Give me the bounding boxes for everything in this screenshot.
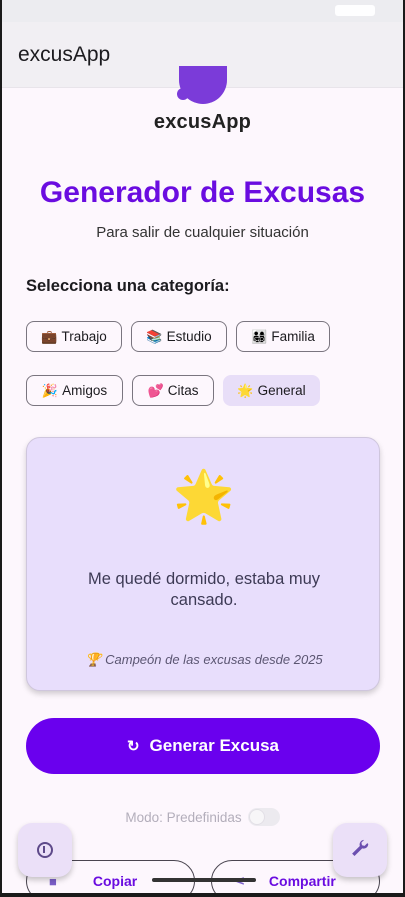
- status-icons: [335, 5, 375, 16]
- app-screen: excusApp excusApp Generador de Excusas P…: [2, 0, 403, 893]
- wrench-icon: [352, 839, 369, 857]
- info-fab[interactable]: [18, 823, 72, 877]
- category-heading: Selecciona una categoría:: [26, 277, 230, 295]
- excuse-card: 🌟 Me quedé dormido, estaba muy cansado. …: [26, 437, 380, 691]
- toggle-knob: [248, 809, 265, 825]
- two-hearts-icon: 💕: [147, 382, 164, 398]
- page-subtitle: Para salir de cualquier situación: [96, 224, 309, 241]
- family-icon: 👨‍👩‍👧‍👦: [251, 328, 268, 344]
- category-chip-familia[interactable]: 👨‍👩‍👧‍👦 Familia: [236, 321, 330, 352]
- chip-label: Familia: [271, 329, 315, 344]
- party-popper-icon: 🎉: [41, 382, 59, 398]
- copy-label: Copiar: [92, 873, 138, 889]
- excuse-footer: 🏆 Campeón de las excusas desde 2025: [85, 652, 323, 667]
- mode-toggle[interactable]: [247, 808, 280, 826]
- tools-fab[interactable]: [333, 823, 387, 877]
- share-label: Compartir: [268, 873, 336, 889]
- books-icon: 📚: [146, 328, 163, 344]
- logo-text: excusApp: [153, 111, 252, 133]
- excuse-text: Me quedé dormido, estaba muy cansado.: [87, 570, 321, 609]
- generate-button-label: Generar Excusa: [149, 736, 280, 755]
- app-bar-title: excusApp: [18, 43, 111, 66]
- status-bar: [2, 0, 403, 22]
- generate-excuse-button[interactable]: ↻ Generar Excusa: [26, 718, 380, 774]
- star-icon: 🌟: [172, 468, 236, 524]
- category-chip-trabajo[interactable]: 💼 Trabajo: [26, 321, 122, 352]
- chip-label: Citas: [167, 383, 199, 398]
- chat-bubble-logo-icon: [177, 66, 227, 104]
- star-icon: 🌟: [237, 382, 254, 398]
- chip-label: Amigos: [62, 383, 108, 398]
- category-chip-general[interactable]: 🌟 General: [223, 375, 320, 406]
- category-chip-estudio[interactable]: 📚 Estudio: [131, 321, 227, 352]
- category-chip-amigos[interactable]: 🎉 Amigos: [26, 375, 123, 406]
- page-title: Generador de Excusas: [39, 176, 366, 209]
- refresh-icon: ↻: [126, 738, 140, 755]
- chip-label: General: [257, 383, 306, 398]
- gesture-bar: [152, 878, 256, 882]
- category-chip-citas[interactable]: 💕 Citas: [132, 375, 214, 406]
- chip-label: Trabajo: [61, 329, 107, 344]
- mode-label: Modo: Predefinidas: [125, 809, 242, 825]
- info-icon: [37, 842, 53, 858]
- briefcase-icon: 💼: [41, 328, 58, 344]
- chip-label: Estudio: [166, 329, 212, 344]
